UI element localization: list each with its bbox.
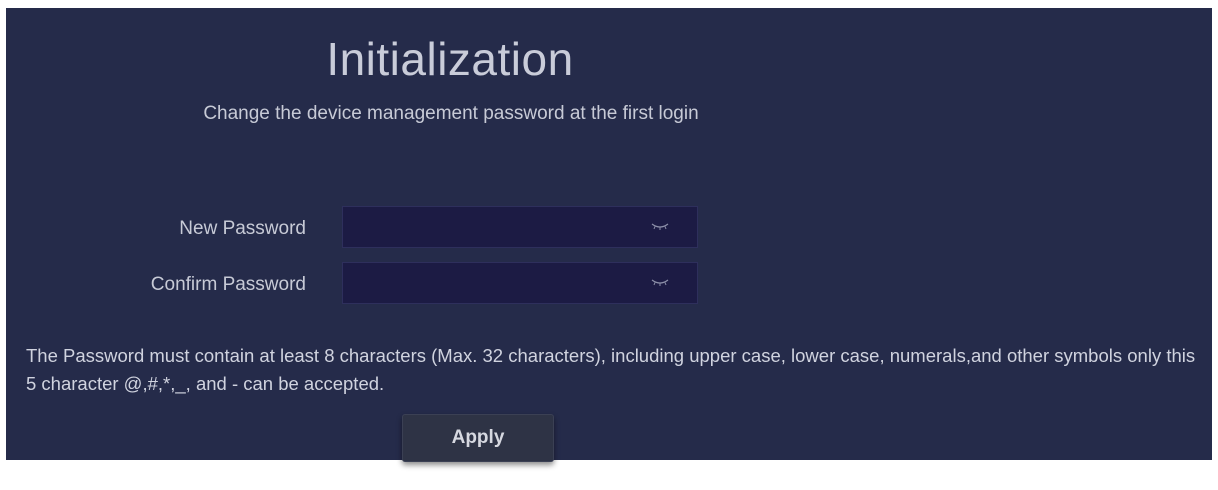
confirm-password-input[interactable] xyxy=(343,263,663,303)
new-password-input[interactable] xyxy=(343,207,663,247)
eye-closed-icon[interactable] xyxy=(651,221,669,233)
eye-closed-icon[interactable] xyxy=(651,277,669,289)
new-password-field-container xyxy=(342,206,698,248)
new-password-label: New Password xyxy=(179,218,306,239)
page-title: Initialization xyxy=(326,33,574,85)
apply-button[interactable]: Apply xyxy=(402,414,554,462)
confirm-password-field-container xyxy=(342,262,698,304)
password-requirements-hint: The Password must contain at least 8 cha… xyxy=(26,345,1196,394)
page-subtitle: Change the device management password at… xyxy=(203,103,699,124)
initialization-panel: Initialization Change the device managem… xyxy=(6,8,1212,462)
confirm-password-label: Confirm Password xyxy=(150,274,306,295)
